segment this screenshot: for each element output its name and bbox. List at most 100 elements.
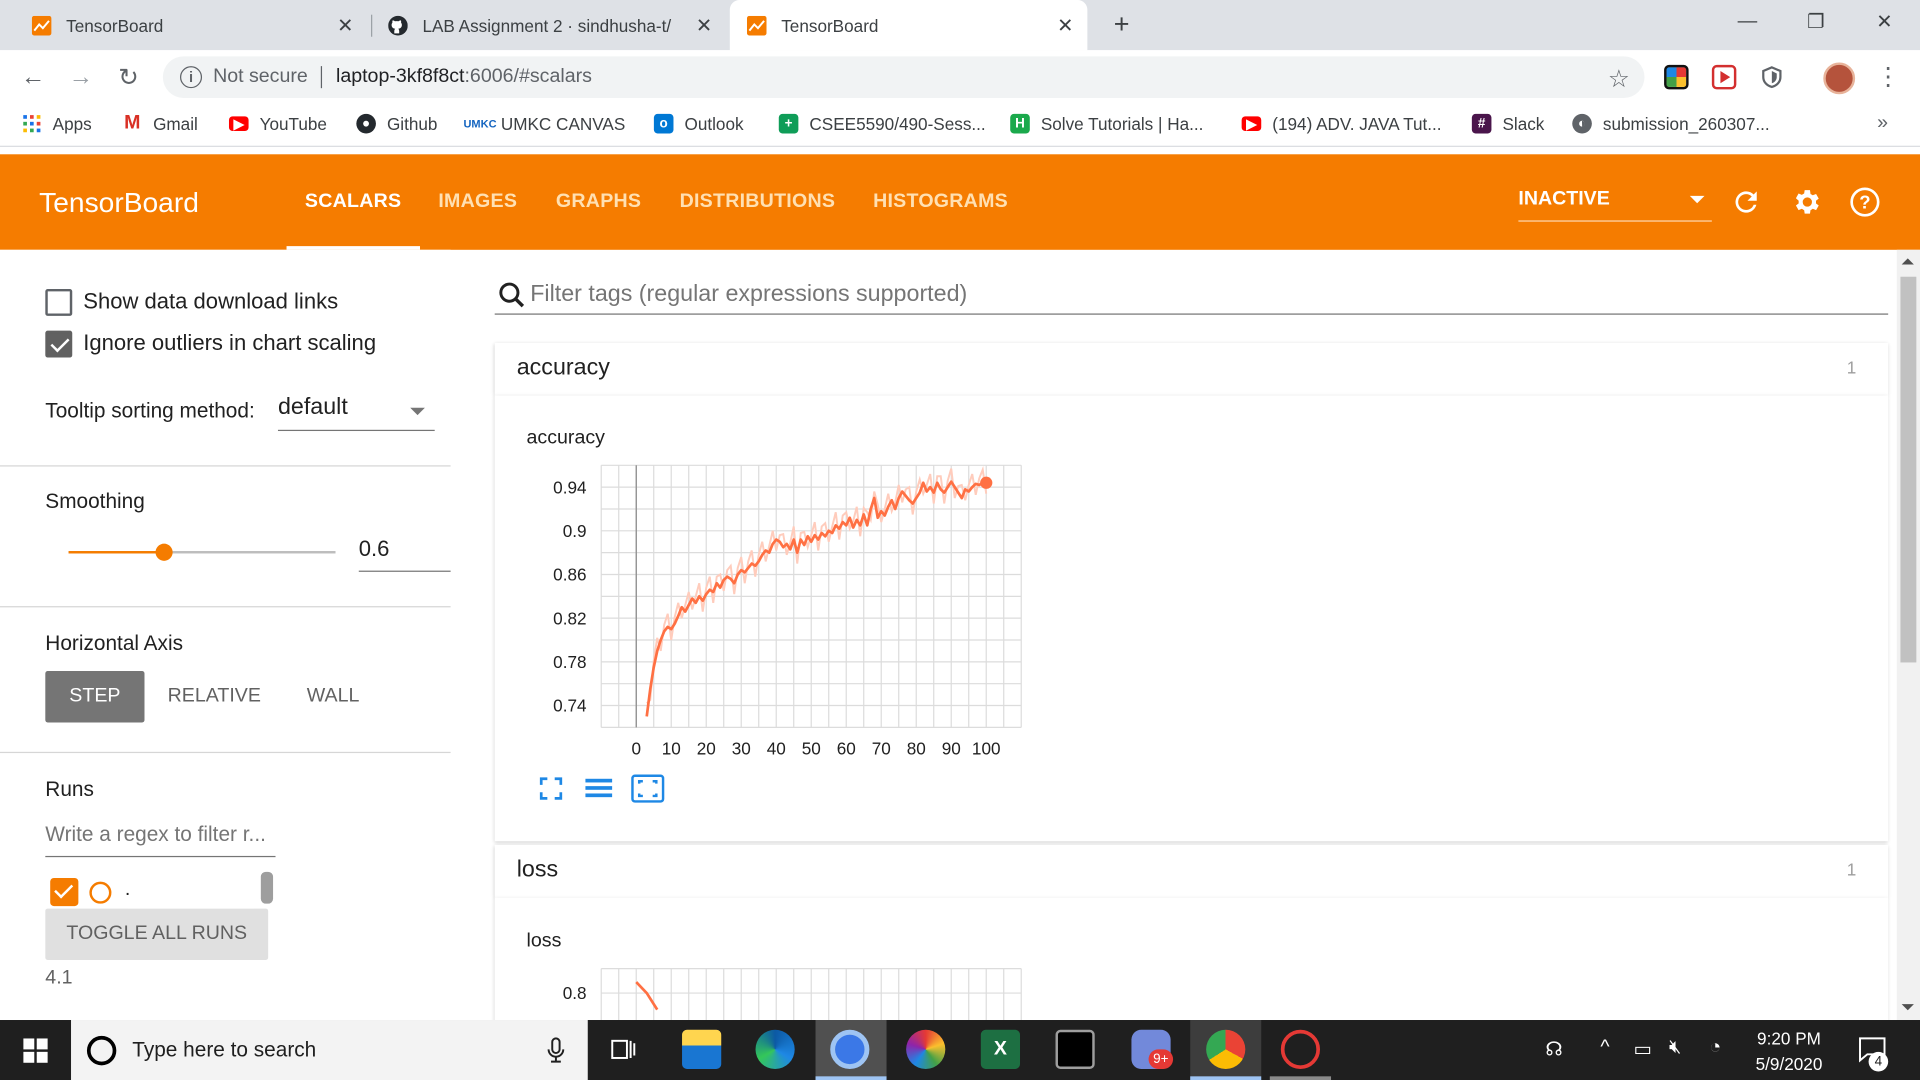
bookmark-star-icon[interactable]: ☆ [1608,64,1630,95]
chrome-icon[interactable] [1206,1029,1246,1069]
file-explorer-icon[interactable] [682,1029,722,1069]
address-bar[interactable]: i Not secure laptop-3kf8f8ct:6006/#scala… [162,56,1645,98]
bookmark-hackerrank[interactable]: H Solve Tutorials | Ha... [1010,113,1204,134]
axis-wall-button[interactable]: WALL [291,671,374,722]
tab-images[interactable]: IMAGES [420,154,536,250]
battery-icon[interactable]: ▭ [1633,1037,1652,1061]
task-view-icon[interactable] [610,1037,637,1068]
y-tick-label: 0.82 [553,608,586,628]
excel-icon[interactable]: X [980,1029,1021,1069]
slider-fill [68,551,165,554]
chrome-app-icon[interactable] [830,1029,870,1069]
command-prompt-icon[interactable] [1055,1029,1095,1069]
windows-start-icon[interactable] [23,1038,48,1069]
run-state-dropdown[interactable]: INACTIVE [1518,189,1712,222]
info-icon[interactable]: i [180,66,203,89]
extension-icon[interactable] [1711,64,1737,90]
microphone-icon[interactable] [547,1037,565,1064]
tab-strip: TensorBoard ✕ LAB Assignment 2 · sindhus… [0,0,1920,51]
taskbar-search-box[interactable]: Type here to search [71,1020,588,1080]
tab-histograms[interactable]: HISTOGRAMS [855,154,1027,250]
shield-icon[interactable] [1760,65,1784,89]
close-window-icon[interactable]: ✕ [1856,0,1912,44]
browser-tab-3[interactable]: TensorBoard ✕ [729,0,1088,51]
axis-step-button[interactable]: STEP [45,671,145,723]
scroll-up-icon[interactable] [1901,258,1914,265]
restore-icon[interactable]: ❐ [1788,0,1844,44]
smoothing-slider[interactable] [68,543,336,561]
bookmark-outlook[interactable]: o Outlook [653,113,744,134]
minimize-icon[interactable]: — [1719,0,1775,44]
browser-tab-2[interactable]: LAB Assignment 2 · sindhusha-t/ ✕ [371,0,726,50]
category-header-loss[interactable]: loss 1 [494,844,1889,898]
system-clock[interactable]: 9:20 PM 5/9/2020 [1746,1026,1832,1077]
ignore-outliers-checkbox[interactable] [45,330,73,358]
tab-scalars[interactable]: SCALARS [286,154,420,250]
close-tab-icon[interactable]: ✕ [1051,10,1080,39]
chevron-up-icon[interactable]: ^ [1600,1037,1609,1059]
runs-scrollbar[interactable] [260,871,274,904]
cortana-icon [86,1035,117,1066]
taskbar-active-indicator [815,1076,887,1080]
edge-icon[interactable] [755,1029,795,1069]
menu-kebab-icon[interactable]: ⋮ [1876,62,1900,91]
scroll-down-icon[interactable] [1901,1004,1914,1011]
bookmark-label: Solve Tutorials | Ha... [1040,113,1204,134]
bookmark-apps[interactable]: Apps [22,114,92,133]
tab-graphs[interactable]: GRAPHS [538,154,660,250]
reload-data-icon[interactable] [1730,186,1762,224]
smoothing-input[interactable]: 0.6 [358,536,451,572]
bookmark-github[interactable]: ● Github [356,113,437,134]
page-scrollbar[interactable] [1896,249,1920,1021]
browser-tab-1[interactable]: TensorBoard ✕ [0,0,367,50]
loss-chart[interactable]: 0.8 [514,959,1041,1021]
spider-app-icon[interactable] [1280,1029,1321,1069]
help-icon[interactable]: ? [1849,186,1881,224]
category-name: accuracy [516,355,610,381]
tag-filter-input[interactable]: Filter tags (regular expressions support… [494,274,1889,315]
back-icon[interactable]: ← [17,61,49,93]
category-header-accuracy[interactable]: accuracy 1 [494,342,1889,396]
divider [0,606,451,608]
profile-avatar[interactable] [1823,62,1856,95]
bookmark-adv-java[interactable]: ▶ (194) ADV. JAVA Tut... [1241,114,1442,133]
runs-filter-input[interactable]: Write a regex to filter r... [45,823,276,858]
x-tick-label: 80 [907,738,926,758]
tab-label: HISTOGRAMS [873,191,1008,212]
paint-3d-icon[interactable] [906,1029,946,1069]
wifi-icon[interactable]: ◔ [1709,1037,1721,1059]
x-tick-label: 20 [697,738,716,758]
axis-relative-button[interactable]: RELATIVE [157,671,272,722]
toggle-all-runs-button[interactable]: TOGGLE ALL RUNS [45,908,269,961]
bookmark-slack[interactable]: # Slack [1471,113,1544,134]
x-tick-label: 50 [802,738,821,758]
extension-icon[interactable] [1664,64,1689,90]
youtube-icon: ▶ [1241,116,1262,132]
forward-icon[interactable]: → [65,61,97,93]
reload-icon[interactable]: ↻ [113,61,145,93]
new-tab-button[interactable]: + [1107,9,1136,40]
bookmark-csee[interactable]: + CSEE5590/490-Sess... [778,113,986,134]
bookmark-umkc-canvas[interactable]: UMKC UMKC CANVAS [463,114,625,134]
show-download-links-checkbox[interactable] [45,288,73,316]
toggle-log-scale-icon[interactable] [585,776,613,807]
bookmark-gmail[interactable]: M Gmail [122,113,198,134]
bookmark-submission[interactable]: ◐ submission_260307... [1572,113,1770,134]
close-tab-icon[interactable]: ✕ [689,10,718,39]
scrollbar-thumb[interactable] [1900,276,1917,663]
people-icon[interactable]: ☊ [1545,1037,1562,1061]
svg-text:?: ? [1859,192,1870,213]
bookmark-youtube[interactable]: ▶ YouTube [228,114,327,133]
volume-mute-icon[interactable]: 🔇︎ [1669,1037,1681,1059]
tab-label: GRAPHS [555,191,642,212]
accuracy-chart[interactable]: 0 10 20 30 40 50 60 70 80 90 100 0.74 0.78 0.82 0.86 0.… [514,456,1041,769]
more-bookmarks-icon[interactable]: » [1877,113,1888,135]
run-checkbox[interactable] [50,877,79,907]
close-tab-icon[interactable]: ✕ [331,10,360,39]
tooltip-sorting-select[interactable]: default [277,394,435,432]
tab-distributions[interactable]: DISTRIBUTIONS [661,154,853,250]
fullscreen-icon[interactable] [539,776,563,807]
runs-label: Runs [45,777,94,801]
fit-domain-icon[interactable] [631,774,665,810]
gear-icon[interactable] [1790,186,1822,224]
